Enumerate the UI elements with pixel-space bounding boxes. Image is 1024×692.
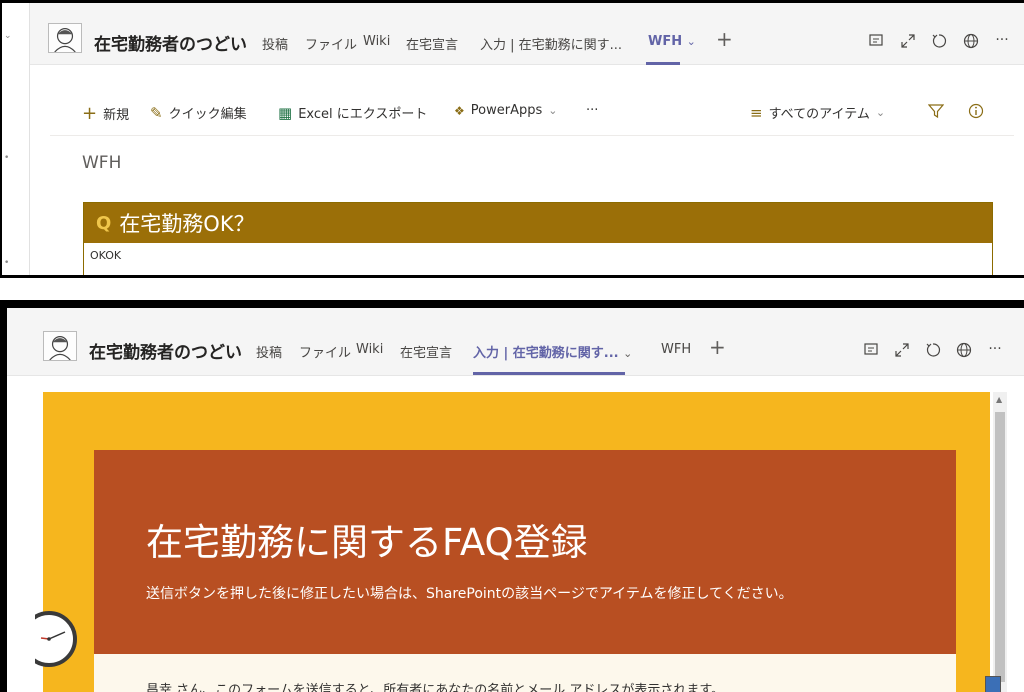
active-tab-indicator xyxy=(646,62,680,65)
quick-edit-button[interactable]: ✎ クイック編集 xyxy=(150,103,247,123)
more-options-icon[interactable]: ··· xyxy=(992,30,1012,50)
vertical-scrollbar[interactable]: ▲ xyxy=(993,392,1007,692)
team-avatar xyxy=(48,23,82,53)
scroll-up-icon[interactable]: ▲ xyxy=(996,395,1002,404)
info-button[interactable] xyxy=(968,103,984,119)
form-subtitle: 送信ボタンを押した後に修正したい場合は、SharePointの該当ページでアイテ… xyxy=(146,586,793,602)
faq-item[interactable]: Q 在宅勤務OK？ OKOK xyxy=(83,202,993,275)
tab-faq-input[interactable]: 入力 | 在宅勤務に関す... ⌄ xyxy=(473,342,632,361)
team-name: 在宅勤務者のつどい xyxy=(94,35,247,55)
tab-wfh-declaration[interactable]: 在宅宣言 xyxy=(406,34,458,53)
view-title: WFH xyxy=(82,153,122,173)
separator-band xyxy=(0,283,1024,300)
team-name: 在宅勤務者のつどい xyxy=(89,343,242,363)
tab-wfh-label: WFH xyxy=(648,34,683,49)
clock-icon xyxy=(35,611,77,667)
powerapps-icon: ❖ xyxy=(454,103,465,118)
tab-files[interactable]: ファイル xyxy=(299,342,351,361)
filter-icon xyxy=(928,104,944,119)
export-excel-button[interactable]: ▦ Excel にエクスポート xyxy=(278,103,428,123)
tab-wfh[interactable]: WFH xyxy=(661,342,691,357)
tab-posts[interactable]: 投稿 xyxy=(256,342,282,361)
reload-icon[interactable] xyxy=(929,31,949,51)
excel-icon: ▦ xyxy=(278,103,293,122)
tab-wfh-declaration[interactable]: 在宅宣言 xyxy=(400,342,452,361)
more-options-icon[interactable]: ··· xyxy=(985,339,1005,359)
info-icon xyxy=(968,103,984,119)
tab-wfh[interactable]: WFH ⌄ xyxy=(648,34,696,49)
rail-dot-icon: • xyxy=(4,153,10,163)
left-rail: ⌄ • • xyxy=(2,3,30,275)
expand-icon[interactable] xyxy=(898,31,918,51)
scroll-thumb[interactable] xyxy=(995,412,1005,682)
view-selector[interactable]: ≡ すべてのアイテム ⌄ xyxy=(750,103,886,123)
powerapps-label: PowerApps xyxy=(470,103,543,118)
tab-faq-input[interactable]: 入力 | 在宅勤務に関す... xyxy=(480,34,622,53)
add-tab-button[interactable]: + xyxy=(716,27,733,51)
rail-chevron-icon: ⌄ xyxy=(4,31,12,41)
conversation-icon[interactable] xyxy=(866,31,886,51)
faq-answer: OKOK xyxy=(90,249,122,262)
channel-header: 在宅勤務者のつどい 投稿 ファイル Wiki 在宅宣言 入力 | 在宅勤務に関す… xyxy=(7,308,1024,376)
expand-icon[interactable] xyxy=(892,340,912,360)
pencil-icon: ✎ xyxy=(150,103,163,122)
plus-icon: + xyxy=(82,103,98,124)
tab-posts[interactable]: 投稿 xyxy=(262,34,288,53)
quick-edit-label: クイック編集 xyxy=(168,107,247,122)
sharepoint-list: + 新規 ✎ クイック編集 ▦ Excel にエクスポート ❖ PowerApp… xyxy=(50,89,1014,275)
faq-question: 在宅勤務OK？ xyxy=(119,212,255,236)
list-view-icon: ≡ xyxy=(750,103,763,122)
form-header: 在宅勤務に関するFAQ登録 送信ボタンを押した後に修正したい場合は、ShareP… xyxy=(94,450,956,654)
add-tab-button[interactable]: + xyxy=(709,335,726,359)
powerapps-button[interactable]: ❖ PowerApps ⌄ xyxy=(454,103,557,118)
avatar-illustration-icon xyxy=(54,28,76,53)
faq-question-header: Q 在宅勤務OK？ xyxy=(84,203,992,243)
side-panel-thumbnail[interactable] xyxy=(985,676,1001,692)
rail-dot-icon: • xyxy=(4,258,10,268)
more-commands-button[interactable]: ··· xyxy=(586,103,598,118)
form-title: 在宅勤務に関するFAQ登録 xyxy=(146,521,588,564)
new-button[interactable]: + 新規 xyxy=(82,103,129,124)
team-avatar xyxy=(43,331,77,361)
view-selector-label: すべてのアイテム xyxy=(768,107,870,122)
tab-files[interactable]: ファイル xyxy=(305,34,357,53)
globe-icon[interactable] xyxy=(954,340,974,360)
tab-wiki[interactable]: Wiki xyxy=(356,342,383,357)
faq-form-panel: 在宅勤務者のつどい 投稿 ファイル Wiki 在宅宣言 入力 | 在宅勤務に関す… xyxy=(0,300,1024,692)
tab-faq-input-label: 入力 | 在宅勤務に関す... xyxy=(473,346,619,361)
filter-button[interactable] xyxy=(928,103,944,119)
privacy-notice: 昌幸 さん、このフォームを送信すると、所有者にあなたの名前とメール アドレスが表… xyxy=(146,683,725,692)
question-marker: Q xyxy=(96,212,112,234)
conversation-icon[interactable] xyxy=(861,340,881,360)
chevron-down-icon: ⌄ xyxy=(548,104,558,117)
command-bar: + 新規 ✎ クイック編集 ▦ Excel にエクスポート ❖ PowerApp… xyxy=(50,89,1014,136)
active-tab-indicator xyxy=(473,372,625,375)
chevron-down-icon: ⌄ xyxy=(875,106,886,119)
channel-header: 在宅勤務者のつどい 投稿 ファイル Wiki 在宅宣言 入力 | 在宅勤務に関す… xyxy=(30,3,1024,65)
export-excel-label: Excel にエクスポート xyxy=(298,107,428,122)
chevron-down-icon: ⌄ xyxy=(686,35,696,48)
form-container: 在宅勤務に関するFAQ登録 送信ボタンを押した後に修正したい場合は、ShareP… xyxy=(35,392,990,692)
tab-wiki[interactable]: Wiki xyxy=(363,34,390,49)
new-button-label: 新規 xyxy=(103,108,130,123)
wfh-list-panel: ⌄ • • 在宅勤務者のつどい 投稿 ファイル Wiki 在宅宣言 入力 | 在… xyxy=(0,0,1024,278)
form-body: 昌幸 さん、このフォームを送信すると、所有者にあなたの名前とメール アドレスが表… xyxy=(94,654,956,692)
globe-icon[interactable] xyxy=(961,31,981,51)
reload-icon[interactable] xyxy=(923,340,943,360)
chevron-down-icon: ⌄ xyxy=(623,347,633,360)
avatar-illustration-icon xyxy=(49,336,71,361)
